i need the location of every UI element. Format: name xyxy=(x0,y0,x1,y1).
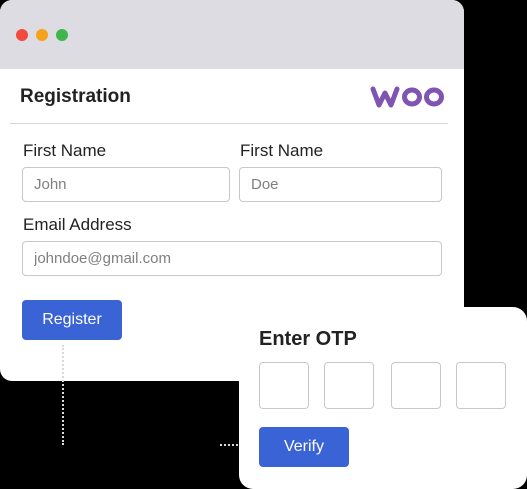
page-title: Registration xyxy=(20,86,131,107)
otp-digit-3-input[interactable] xyxy=(391,362,441,409)
otp-digit-1-input[interactable] xyxy=(259,362,309,409)
minimize-window-button[interactable] xyxy=(36,29,48,41)
otp-title: Enter OTP xyxy=(259,328,357,350)
flow-connector-vertical xyxy=(62,345,64,445)
otp-card: Enter OTP Verify xyxy=(239,307,527,489)
last-name-label: First Name xyxy=(240,141,324,160)
window-titlebar xyxy=(0,0,464,69)
email-label: Email Address xyxy=(23,215,132,234)
maximize-window-button[interactable] xyxy=(56,29,68,41)
registration-header: Registration xyxy=(10,69,448,124)
verify-button[interactable]: Verify xyxy=(259,427,349,467)
otp-digit-2-input[interactable] xyxy=(324,362,374,409)
register-button[interactable]: Register xyxy=(22,300,122,340)
first-name-label: First Name xyxy=(23,141,107,160)
email-input[interactable] xyxy=(22,241,442,276)
otp-digit-4-input[interactable] xyxy=(456,362,506,409)
close-window-button[interactable] xyxy=(16,29,28,41)
woo-logo xyxy=(370,86,444,108)
first-name-input[interactable] xyxy=(22,167,230,202)
last-name-input[interactable] xyxy=(239,167,442,202)
